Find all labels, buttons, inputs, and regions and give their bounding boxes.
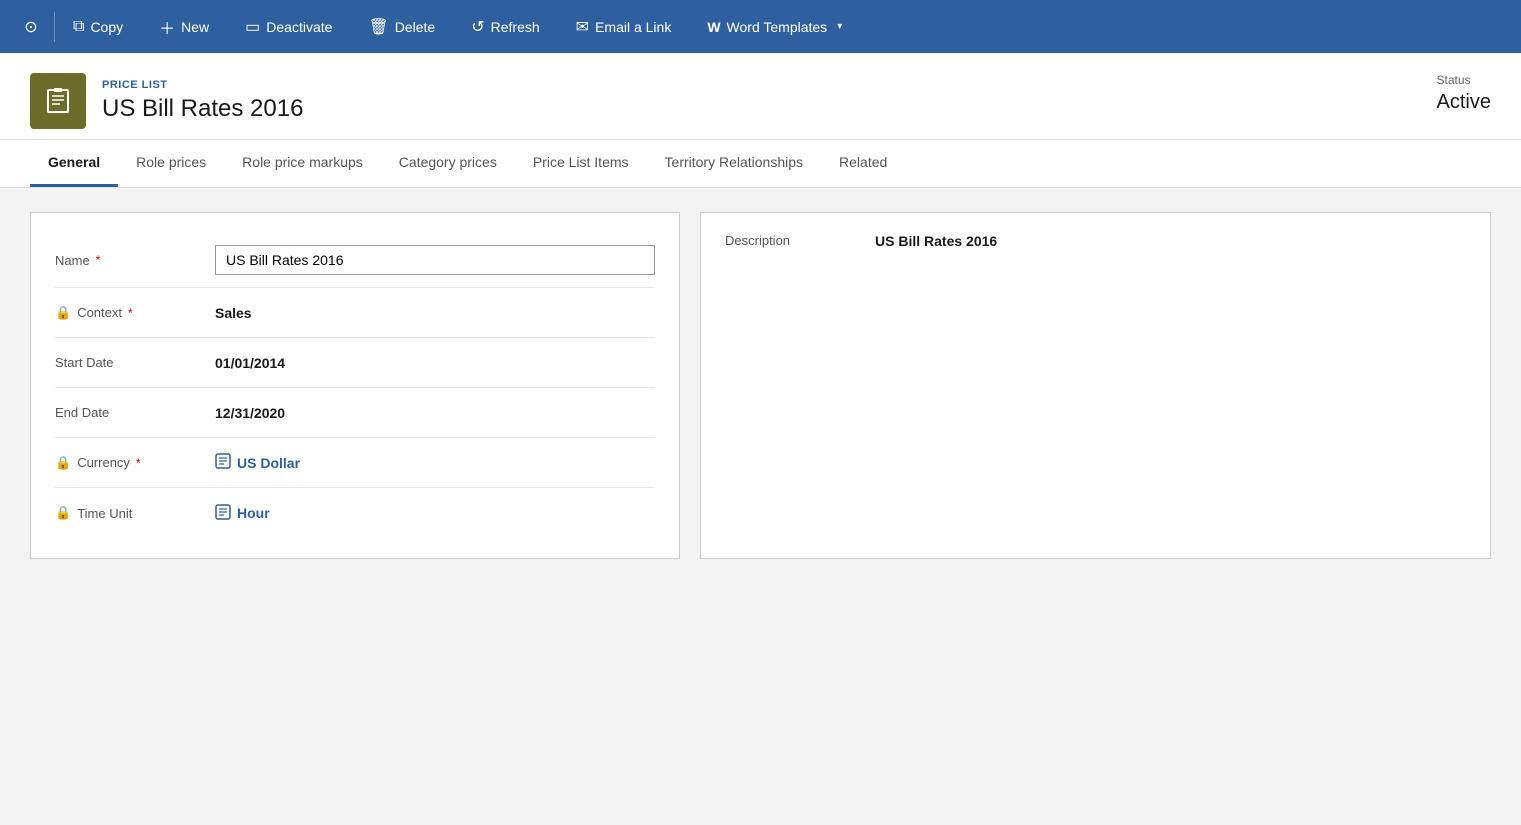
time-unit-link-icon	[215, 504, 231, 523]
name-label-text: Name	[55, 253, 90, 268]
form-row-name: Name *	[55, 233, 655, 288]
currency-label-text: Currency	[77, 455, 130, 470]
start-date-label: Start Date	[55, 355, 215, 370]
form-row-currency: 🔒 Currency * US Dollar	[55, 438, 655, 488]
refresh-button[interactable]: ↺ Refresh	[453, 0, 557, 53]
tab-role-price-markups[interactable]: Role price markups	[224, 140, 381, 187]
deactivate-label: Deactivate	[266, 19, 332, 35]
new-label: New	[181, 19, 209, 35]
status-value: Active	[1437, 91, 1491, 114]
name-input[interactable]	[215, 245, 655, 275]
context-lock-icon: 🔒	[55, 305, 71, 321]
new-button[interactable]: ＋ New	[141, 0, 227, 53]
time-unit-value[interactable]: Hour	[215, 504, 270, 523]
description-panel: Description US Bill Rates 2016	[700, 212, 1491, 559]
time-unit-label-text: Time Unit	[77, 506, 132, 521]
copy-icon: ⧉	[73, 18, 84, 36]
tab-related[interactable]: Related	[821, 140, 905, 187]
copy-label: Copy	[90, 19, 123, 35]
context-label: 🔒 Context *	[55, 305, 215, 321]
main-content: Name * 🔒 Context * Sales Start Date 01/0…	[0, 188, 1521, 583]
end-date-label-text: End Date	[55, 405, 109, 420]
tab-territory-relationships[interactable]: Territory Relationships	[647, 140, 822, 187]
word-templates-button[interactable]: W Word Templates ▾	[689, 0, 860, 53]
currency-value-text: US Dollar	[237, 455, 300, 471]
delete-label: Delete	[395, 19, 435, 35]
record-type-label: PRICE LIST	[102, 79, 303, 91]
time-unit-lock-icon: 🔒	[55, 505, 71, 521]
record-header-left: PRICE LIST US Bill Rates 2016	[30, 73, 303, 129]
start-date-value: 01/01/2014	[215, 355, 655, 371]
new-icon: ＋	[159, 15, 175, 39]
currency-value[interactable]: US Dollar	[215, 453, 300, 472]
record-header: PRICE LIST US Bill Rates 2016 Status Act…	[0, 53, 1521, 140]
refresh-icon: ↺	[471, 17, 484, 37]
refresh-label: Refresh	[491, 19, 540, 35]
form-panel: Name * 🔒 Context * Sales Start Date 01/0…	[30, 212, 680, 559]
tab-general[interactable]: General	[30, 140, 118, 187]
description-row: Description US Bill Rates 2016	[725, 233, 1466, 249]
tab-price-list-items[interactable]: Price List Items	[515, 140, 647, 187]
name-label: Name *	[55, 253, 215, 268]
record-title-group: PRICE LIST US Bill Rates 2016	[102, 79, 303, 123]
deactivate-icon: ▭	[245, 17, 260, 37]
context-value: Sales	[215, 305, 655, 321]
home-icon: ⊙	[24, 17, 37, 37]
currency-label: 🔒 Currency *	[55, 455, 215, 471]
status-label: Status	[1437, 73, 1491, 87]
start-date-label-text: Start Date	[55, 355, 114, 370]
form-row-start-date: Start Date 01/01/2014	[55, 338, 655, 388]
tabs-bar: General Role prices Role price markups C…	[0, 140, 1521, 188]
name-required-star: *	[96, 253, 101, 267]
email-icon: ✉	[576, 17, 589, 37]
time-unit-value-text: Hour	[237, 505, 270, 521]
home-button[interactable]: ⊙	[8, 0, 54, 53]
price-list-svg-icon	[44, 87, 72, 115]
delete-icon: 🗑	[368, 17, 388, 37]
description-value: US Bill Rates 2016	[875, 233, 997, 249]
record-status-section: Status Active	[1437, 73, 1491, 114]
record-name: US Bill Rates 2016	[102, 95, 303, 123]
email-link-label: Email a Link	[595, 19, 671, 35]
end-date-label: End Date	[55, 405, 215, 420]
tab-role-prices[interactable]: Role prices	[118, 140, 224, 187]
form-row-context: 🔒 Context * Sales	[55, 288, 655, 338]
form-row-end-date: End Date 12/31/2020	[55, 388, 655, 438]
deactivate-button[interactable]: ▭ Deactivate	[227, 0, 350, 53]
toolbar: ⊙ ⧉ Copy ＋ New ▭ Deactivate 🗑 Delete ↺ R…	[0, 0, 1521, 53]
word-templates-label: Word Templates	[727, 19, 828, 35]
currency-link-icon	[215, 453, 231, 472]
tab-category-prices[interactable]: Category prices	[381, 140, 515, 187]
record-icon	[30, 73, 86, 129]
copy-button[interactable]: ⧉ Copy	[55, 0, 141, 53]
end-date-value: 12/31/2020	[215, 405, 655, 421]
context-required-star: *	[128, 306, 133, 320]
chevron-down-icon: ▾	[837, 21, 842, 32]
form-row-time-unit: 🔒 Time Unit Hour	[55, 488, 655, 538]
description-label: Description	[725, 233, 845, 249]
delete-button[interactable]: 🗑 Delete	[350, 0, 453, 53]
email-link-button[interactable]: ✉ Email a Link	[558, 0, 690, 53]
currency-required-star: *	[136, 456, 141, 470]
word-icon: W	[707, 19, 720, 35]
currency-lock-icon: 🔒	[55, 455, 71, 471]
time-unit-label: 🔒 Time Unit	[55, 505, 215, 521]
context-label-text: Context	[77, 305, 122, 320]
